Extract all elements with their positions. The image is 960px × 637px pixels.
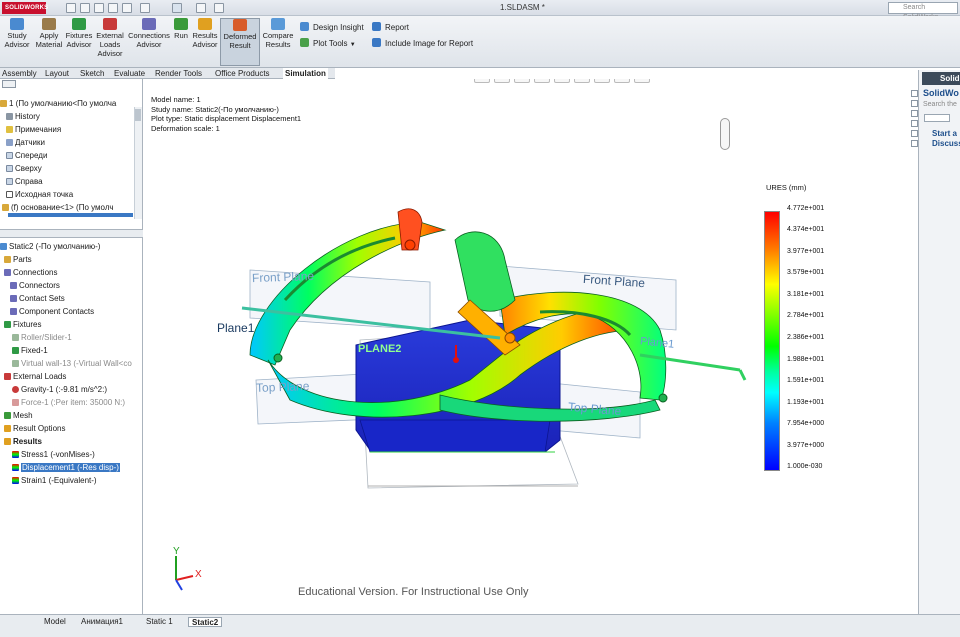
task-pane-dropdown[interactable]	[924, 114, 950, 122]
educational-watermark: Educational Version. For Instructional U…	[298, 586, 529, 598]
tab-static2[interactable]: Static2	[188, 617, 223, 627]
tab-animation[interactable]: Анимация1	[81, 617, 123, 627]
task-pane	[918, 70, 960, 614]
home-icon[interactable]	[911, 90, 918, 97]
load-point	[453, 357, 459, 363]
pin	[273, 353, 283, 363]
triad-y-label: Y	[173, 546, 180, 557]
plane-label-plane2: PLANE2	[358, 343, 402, 355]
file-explorer-icon[interactable]	[911, 120, 918, 127]
rod	[738, 369, 747, 381]
start-discussion-link[interactable]: Start a Discuss	[932, 129, 960, 149]
pin	[658, 393, 668, 403]
view-palette-icon[interactable]	[911, 130, 918, 137]
bottom-tabs: Model Анимация1 Static 1 Static2	[0, 614, 960, 637]
legend-value: 1.193e+001	[787, 399, 825, 406]
tab-static1[interactable]: Static 1	[146, 617, 173, 627]
legend-value: 1.000e-030	[787, 463, 823, 470]
design-library-icon[interactable]	[911, 110, 918, 117]
triad-z-axis	[175, 579, 183, 591]
task-pane-header: Solid	[922, 72, 960, 85]
appearances-icon[interactable]	[911, 140, 918, 147]
legend-value: 2.386e+001	[787, 334, 825, 341]
plane-label-front: Front Plane	[251, 268, 315, 286]
resources-icon[interactable]	[911, 100, 918, 107]
legend-value: 7.954e+000	[787, 420, 825, 427]
legend-value: 4.772e+001	[787, 205, 825, 212]
base-plate	[359, 419, 551, 453]
color-legend-bar	[764, 211, 780, 471]
plane-label-plane1: Plane1	[217, 321, 255, 335]
legend-value: 2.784e+001	[787, 312, 825, 319]
pin	[504, 332, 516, 344]
legend-value: 1.988e+001	[787, 356, 825, 363]
tab-model[interactable]: Model	[44, 617, 66, 627]
legend-value: 3.181e+001	[787, 291, 825, 298]
legend-value: 4.374e+001	[787, 226, 825, 233]
pin	[404, 239, 416, 251]
legend-value: 3.977e+001	[787, 248, 825, 255]
legend-value: 3.579e+001	[787, 269, 825, 276]
legend-value: 1.591e+001	[787, 377, 825, 384]
triad-x-label: X	[195, 569, 202, 580]
heads-up-toolbar-icon[interactable]	[720, 118, 730, 150]
task-pane-brand: SolidWo	[923, 88, 959, 98]
plane-label-top: Top Plane	[255, 379, 310, 395]
center-block	[454, 231, 516, 312]
legend-title: URES (mm)	[766, 183, 807, 192]
triad-x-axis	[175, 575, 194, 581]
task-pane-search[interactable]: Search the	[923, 101, 957, 108]
legend-value: 3.977e+000	[787, 442, 825, 449]
